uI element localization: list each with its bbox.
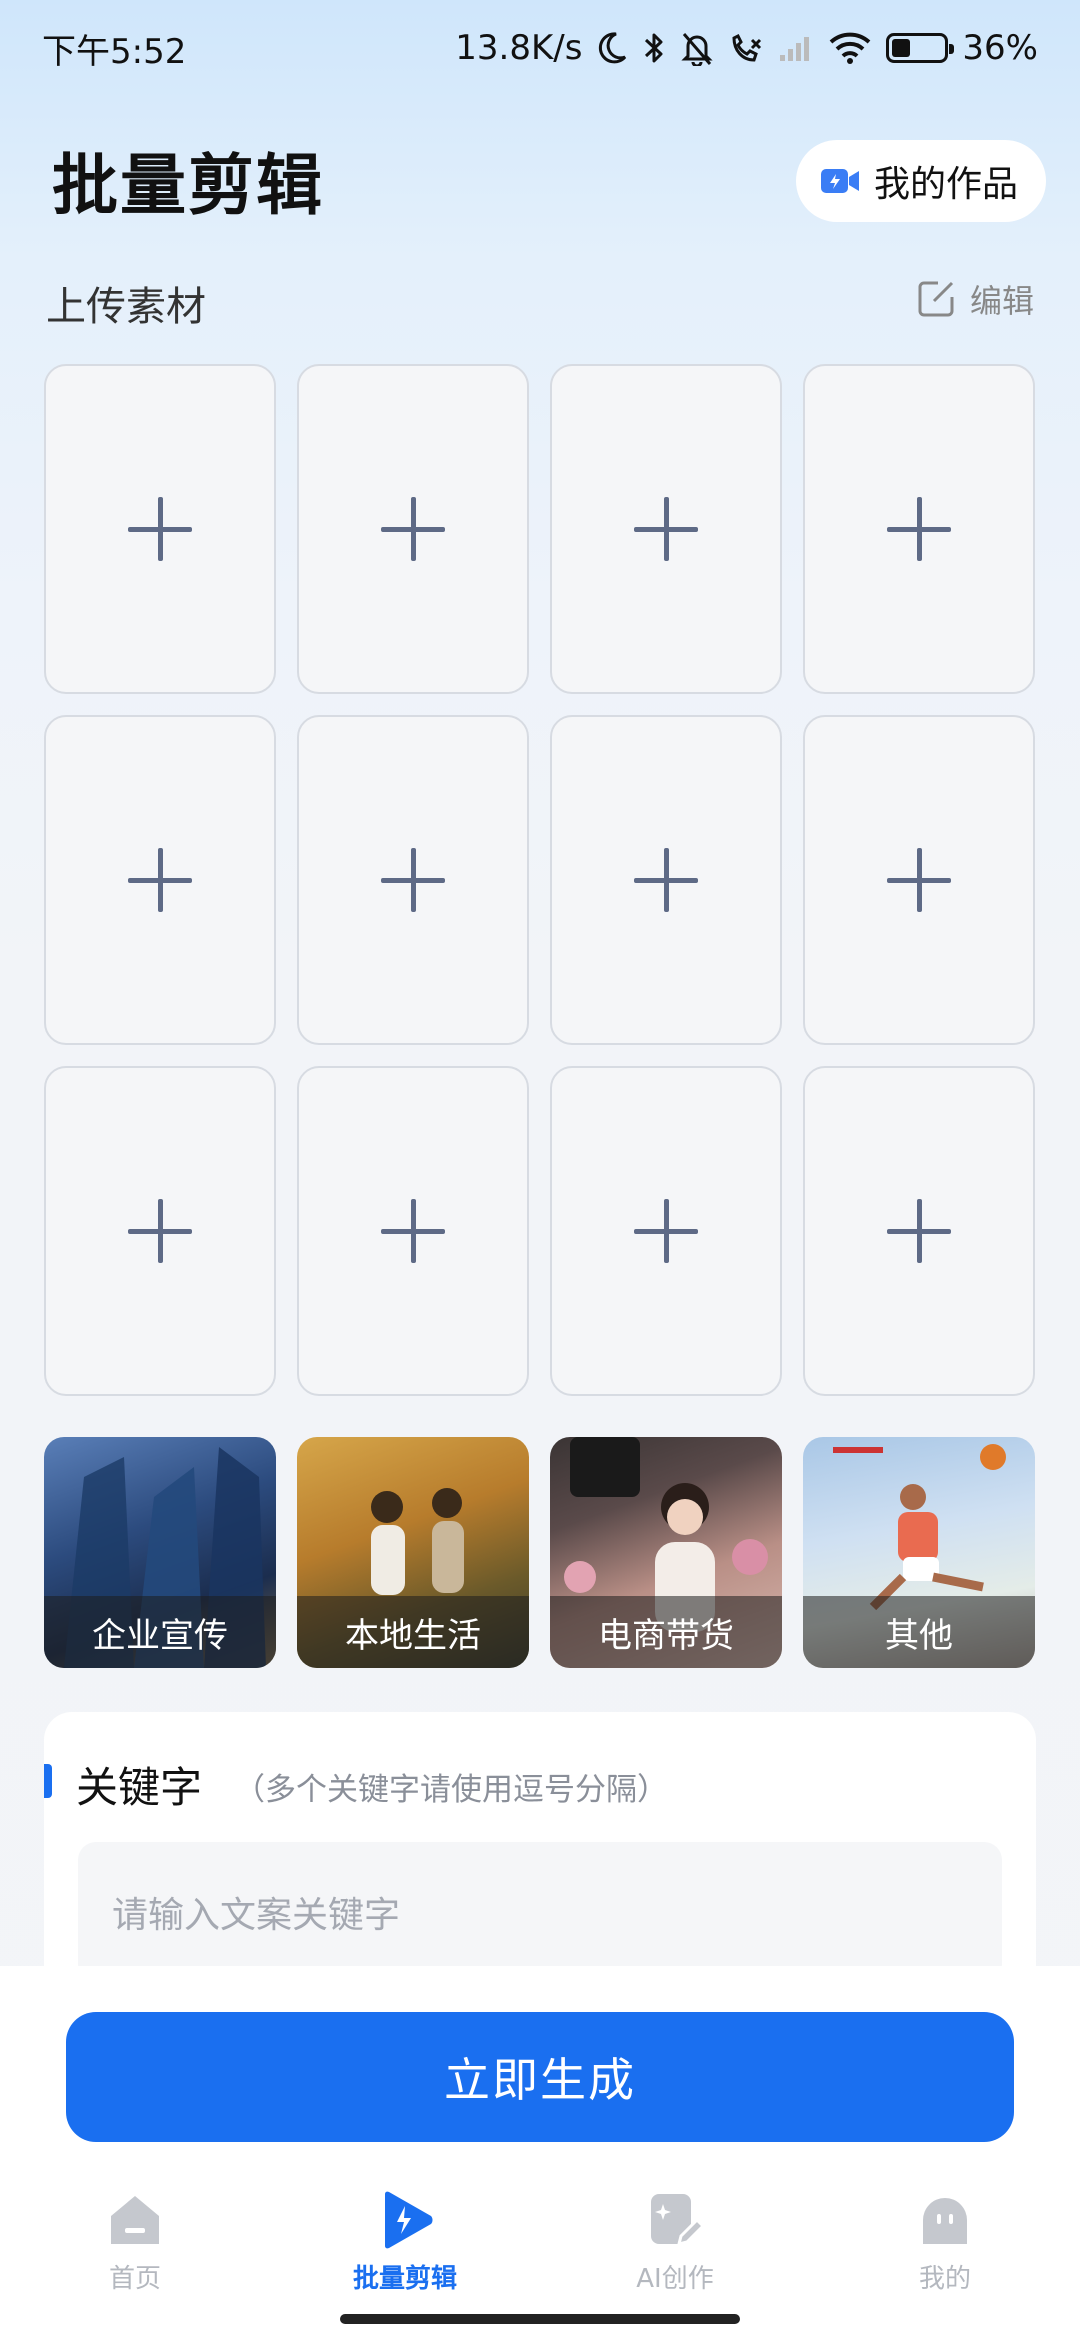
play-bolt-icon [385,2191,433,2249]
ai-create-icon [651,2194,705,2247]
upload-slot[interactable] [44,715,276,1045]
category-ecommerce[interactable]: 电商带货 [550,1437,782,1668]
bell-muted-icon [681,33,714,66]
plus-icon [887,848,951,912]
page-title: 批量剪辑 [52,147,324,224]
plus-icon [128,848,192,912]
my-works-label: 我的作品 [873,164,1018,205]
tab-batch-edit[interactable]: 批量剪辑 [270,2190,540,2300]
tab-profile[interactable]: 我的 [810,2190,1080,2300]
category-label: 电商带货 [550,1596,782,1668]
plus-icon [887,1199,951,1263]
tab-ai-create[interactable]: AI创作 [540,2190,810,2300]
category-other[interactable]: 其他 [803,1437,1035,1668]
tab-label: 批量剪辑 [352,2264,457,2294]
generate-button[interactable]: 立即生成 [66,2012,1014,2142]
cellular-signal-icon [780,37,810,61]
plus-icon [381,1199,445,1263]
keyword-accent-bar [44,1764,52,1798]
profile-icon [923,2198,967,2244]
network-speed: 13.8K/s [455,28,583,68]
moon-icon [599,32,627,64]
home-indicator [340,2314,740,2324]
upload-slot[interactable] [550,364,782,694]
edit-label: 编辑 [969,282,1034,320]
upload-slot[interactable] [297,715,529,1045]
category-list: 企业宣传 本地生活 电商带货 其他 [44,1437,1036,1668]
bluetooth-icon [645,33,663,63]
upload-slot[interactable] [297,364,529,694]
phone-missed-icon [732,33,762,62]
status-bar: 下午5:52 13.8K/s 36% [0,0,1080,96]
plus-icon [381,497,445,561]
battery-fill [892,39,911,57]
tab-label: AI创作 [636,2264,714,2294]
plus-icon [634,497,698,561]
upload-slot[interactable] [297,1066,529,1396]
plus-icon [128,1199,192,1263]
plus-icon [634,848,698,912]
plus-icon [381,848,445,912]
category-corporate[interactable]: 企业宣传 [44,1437,276,1668]
upload-slot[interactable] [803,1066,1035,1396]
edit-button[interactable]: 编辑 [916,276,1034,322]
upload-slot[interactable] [44,1066,276,1396]
category-label: 本地生活 [297,1596,529,1668]
upload-slot[interactable] [803,364,1035,694]
keyword-input[interactable]: 请输入文案关键字 [78,1842,1002,1982]
category-label: 企业宣传 [44,1596,276,1668]
upload-slot[interactable] [44,364,276,694]
plus-icon [887,497,951,561]
battery-icon [886,33,955,63]
bottom-tab-bar: 首页 批量剪辑 AI创作 我的 [0,2190,1080,2300]
status-time: 下午5:52 [42,31,187,72]
keyword-title: 关键字 [76,1763,203,1812]
edit-icon [918,281,954,317]
home-icon [111,2196,159,2244]
plus-icon [634,1199,698,1263]
category-local-life[interactable]: 本地生活 [297,1437,529,1668]
tab-label: 我的 [918,2264,971,2294]
upload-grid [44,364,1036,1396]
upload-section-label: 上传素材 [46,284,206,330]
upload-slot[interactable] [550,1066,782,1396]
tab-label: 首页 [108,2264,161,2294]
wifi-icon [830,32,871,64]
plus-icon [128,497,192,561]
keyword-hint: （多个关键字请使用逗号分隔） [234,1772,668,1808]
battery-percent: 36% [962,28,1038,68]
upload-slot[interactable] [803,715,1035,1045]
video-camera-icon [820,169,859,193]
my-works-button[interactable]: 我的作品 [795,140,1046,222]
upload-slot[interactable] [550,715,782,1045]
category-label: 其他 [803,1596,1035,1668]
status-icons: 13.8K/s 36% [455,28,1038,68]
tab-home[interactable]: 首页 [0,2190,270,2300]
